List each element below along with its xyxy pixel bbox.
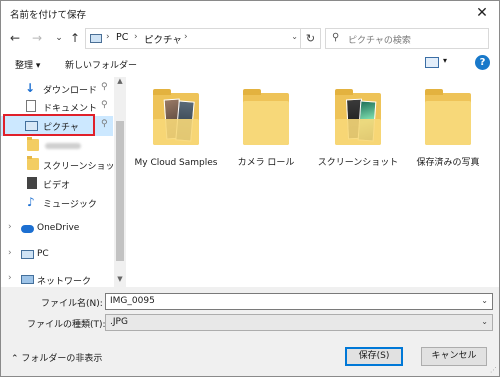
breadcrumb-separator: ›	[184, 32, 188, 42]
nav-item-network[interactable]: › ネットワーク	[1, 270, 113, 287]
breadcrumb-pictures[interactable]: ピクチャ	[144, 32, 182, 46]
folder-item[interactable]: My Cloud Samples	[133, 87, 219, 169]
folder-icon	[243, 87, 289, 145]
nav-item-label: ネットワーク	[37, 277, 92, 287]
chevron-down-icon[interactable]: ⌄	[481, 296, 488, 305]
scroll-thumb[interactable]	[116, 121, 124, 261]
cloud-icon	[21, 225, 34, 233]
command-bar: 整理 ▾ 新しいフォルダー ▾ ?	[1, 53, 499, 75]
nav-item-label: スクリーンショット	[43, 162, 124, 172]
folder-item[interactable]: 保存済みの写真	[405, 87, 491, 169]
folder-icon	[27, 156, 39, 170]
network-icon	[21, 275, 34, 284]
filename-input[interactable]: IMG_0095 ⌄	[105, 293, 493, 310]
pc-icon	[21, 250, 34, 259]
chevron-down-icon[interactable]: ⌄	[481, 317, 488, 326]
chevron-right-icon[interactable]: ›	[8, 222, 12, 232]
search-placeholder: ピクチャの検索	[348, 36, 411, 46]
search-input[interactable]: ⚲ ピクチャの検索	[325, 28, 489, 49]
document-icon	[26, 100, 36, 112]
window-title: 名前を付けて保存	[10, 10, 87, 21]
folder-name: My Cloud Samples	[134, 158, 218, 168]
filetype-select[interactable]: .JPG ⌄	[105, 314, 493, 331]
breadcrumb-separator: ›	[134, 32, 138, 42]
new-folder-button[interactable]: 新しいフォルダー	[65, 58, 137, 71]
folder-item[interactable]: スクリーンショット	[315, 87, 401, 169]
organize-button[interactable]: 整理 ▾	[15, 58, 40, 71]
breadcrumb-separator: ›	[106, 32, 110, 42]
forward-arrow-icon[interactable]: →	[29, 29, 45, 47]
folder-name: スクリーンショット	[317, 158, 399, 168]
download-icon: ↓	[25, 81, 36, 95]
save-form: ファイル名(N): IMG_0095 ⌄ ファイルの種類(T): .JPG ⌄ …	[1, 287, 499, 376]
folder-icon	[27, 137, 39, 151]
nav-item-music[interactable]: ♪ ミュージック	[1, 193, 113, 213]
folder-name: 保存済みの写真	[416, 158, 480, 168]
chevron-right-icon[interactable]: ›	[8, 273, 12, 283]
nav-item-videos[interactable]: ビデオ	[1, 174, 113, 194]
highlight-box	[3, 114, 95, 136]
nav-item-label: OneDrive	[37, 223, 80, 233]
nav-item-label: ダウンロード	[43, 86, 98, 96]
folder-item[interactable]: カメラ ロール	[223, 87, 309, 169]
nav-item-label: PC	[37, 249, 49, 259]
scroll-up-icon[interactable]: ▲	[114, 77, 126, 89]
filename-label: ファイル名(N):	[41, 299, 103, 309]
search-icon: ⚲	[332, 32, 340, 43]
save-dialog: 名前を付けて保存 ✕ ← → ⌄ ↑ › PC › ピクチャ › ⌄ ↻ ⚲ ピ…	[0, 0, 500, 377]
pin-icon[interactable]: ⚲	[101, 119, 108, 129]
view-icon[interactable]	[425, 57, 439, 68]
video-icon	[27, 177, 37, 189]
nav-item-label: ドキュメント	[43, 104, 98, 114]
filename-value: IMG_0095	[110, 296, 155, 306]
breadcrumb-pc[interactable]: PC	[116, 32, 128, 43]
folder-icon	[425, 87, 471, 145]
hide-folders-toggle[interactable]: ⌃ フォルダーの非表示	[11, 351, 102, 364]
nav-item-label: ミュージック	[43, 200, 97, 210]
navigation-bar: ← → ⌄ ↑ › PC › ピクチャ › ⌄ ↻ ⚲ ピクチャの検索	[1, 27, 499, 51]
blurred-label	[45, 143, 81, 149]
help-icon[interactable]: ?	[475, 55, 490, 70]
filetype-label: ファイルの種類(T):	[27, 320, 106, 330]
scroll-down-icon[interactable]: ▼	[114, 275, 126, 287]
chevron-down-icon[interactable]: ⌄	[291, 32, 298, 41]
file-list: My Cloud Samples カメラ ロール スクリーンショット 保存済みの…	[127, 77, 499, 287]
pc-icon	[90, 34, 102, 43]
chevron-right-icon[interactable]: ›	[8, 248, 12, 258]
save-button[interactable]: 保存(S)	[345, 347, 403, 366]
close-icon[interactable]: ✕	[465, 1, 499, 25]
resize-grip-icon[interactable]: ⋰	[490, 366, 497, 374]
up-arrow-icon[interactable]: ↑	[67, 29, 83, 47]
nav-item-pc[interactable]: › PC	[1, 245, 113, 265]
view-dropdown-icon[interactable]: ▾	[443, 56, 447, 65]
navigation-pane: ↓ ダウンロード ⚲ ドキュメント ⚲ ピクチャ ⚲ スクリーンショット ビデオ	[1, 77, 127, 287]
filetype-value: .JPG	[110, 317, 128, 327]
nav-item-downloads[interactable]: ↓ ダウンロード ⚲	[1, 79, 113, 99]
pin-icon[interactable]: ⚲	[101, 82, 108, 92]
chevron-up-icon: ⌃	[11, 354, 22, 364]
cancel-button[interactable]: キャンセル	[421, 347, 487, 366]
nav-item-screenshots[interactable]: スクリーンショット	[1, 155, 124, 175]
hide-folders-label: フォルダーの非表示	[21, 354, 103, 364]
refresh-icon[interactable]: ↻	[300, 29, 320, 48]
back-arrow-icon[interactable]: ←	[7, 29, 23, 47]
folder-icon	[335, 87, 381, 145]
title-bar: 名前を付けて保存 ✕	[1, 1, 499, 25]
folder-name: カメラ ロール	[237, 158, 295, 168]
recent-locations-icon[interactable]: ⌄	[51, 29, 67, 47]
nav-item-onedrive[interactable]: › OneDrive	[1, 219, 113, 239]
nav-item-label: ビデオ	[43, 181, 71, 191]
address-bar[interactable]: › PC › ピクチャ › ⌄ ↻	[85, 28, 321, 49]
nav-scrollbar[interactable]: ▲ ▼	[114, 77, 126, 287]
folder-icon	[153, 87, 199, 145]
music-icon: ♪	[27, 195, 35, 209]
nav-item-blurred-folder[interactable]	[1, 136, 113, 156]
pin-icon[interactable]: ⚲	[101, 100, 108, 110]
